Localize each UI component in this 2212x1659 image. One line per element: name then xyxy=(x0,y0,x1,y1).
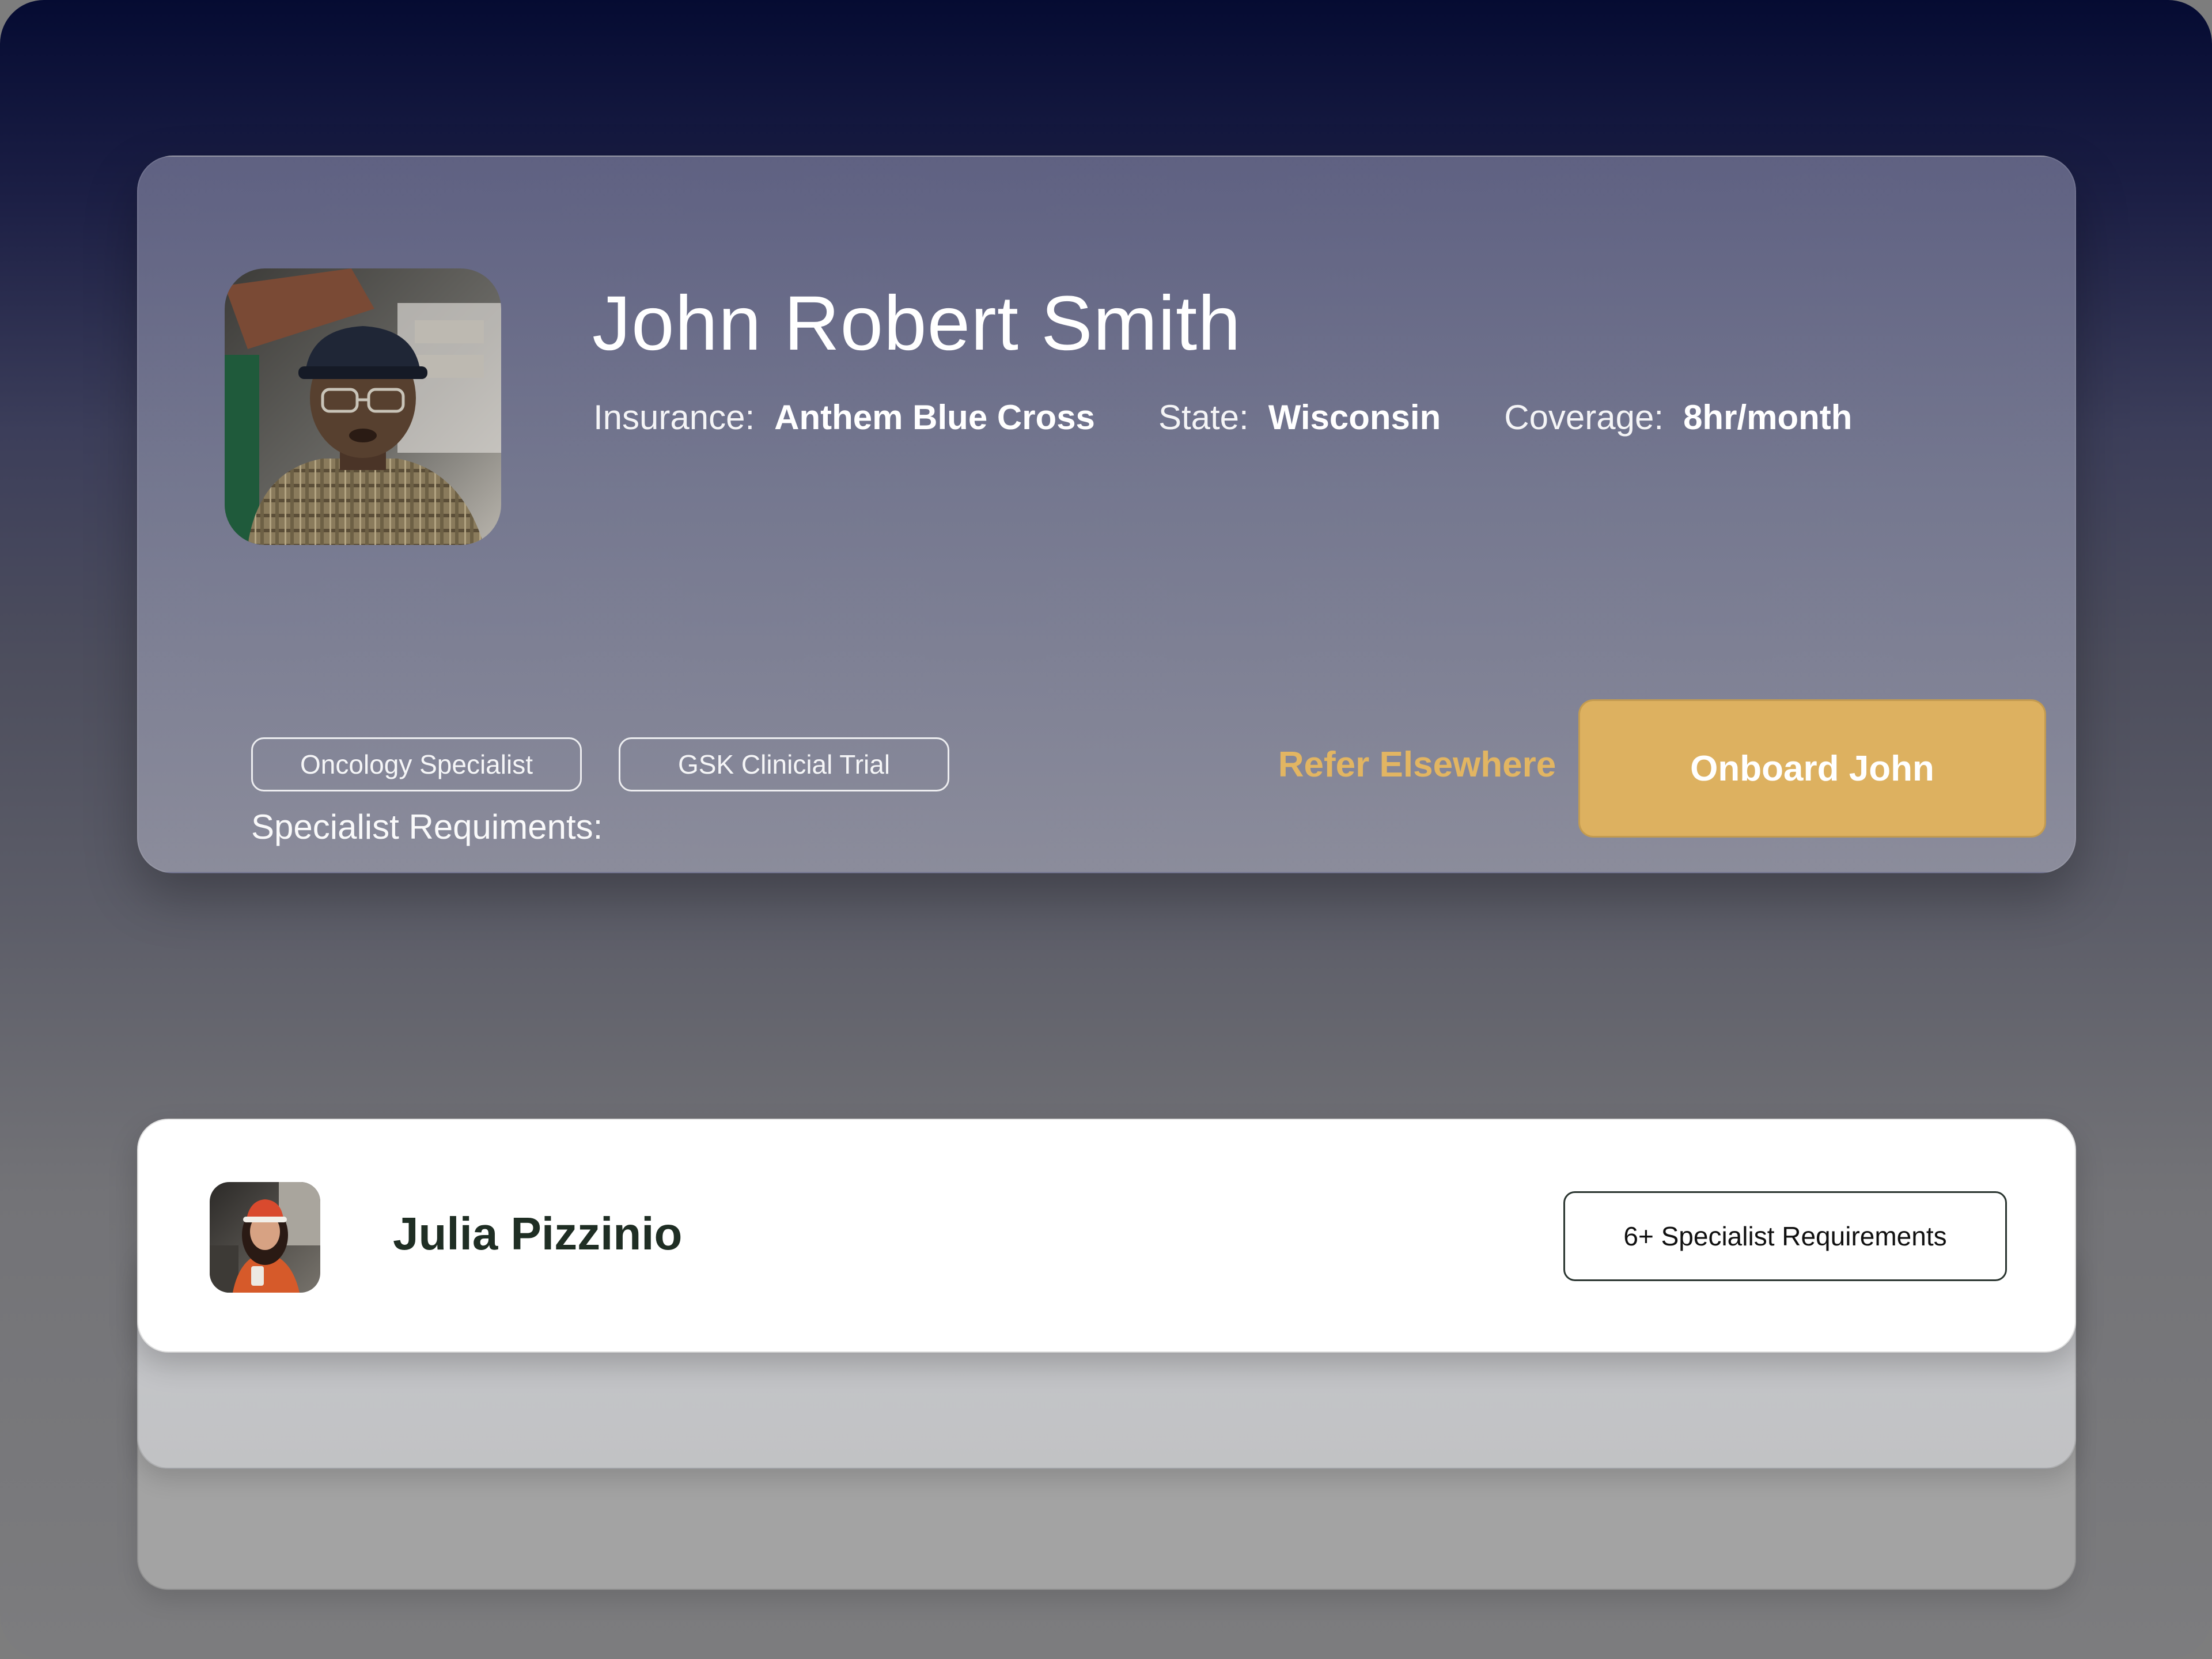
queue-patient-photo xyxy=(210,1182,320,1293)
refer-elsewhere-button[interactable]: Refer Elsewhere xyxy=(1210,727,1624,802)
insurance-label: Insurance: xyxy=(593,398,755,437)
requirement-chip-oncology: Oncology Specialist xyxy=(251,737,582,791)
coverage-label: Coverage: xyxy=(1504,398,1664,437)
featured-patient-card: John Robert Smith Insurance: Anthem Blue… xyxy=(137,156,2076,873)
coverage-value: 8hr/month xyxy=(1683,398,1853,437)
queue-patient-card[interactable]: Julia Pizzinio 6+ Specialist Requirement… xyxy=(137,1119,2076,1353)
specialist-requirements-button[interactable]: 6+ Specialist Requirements xyxy=(1563,1191,2007,1281)
specialist-requirements-label: Specialist Requiments: xyxy=(251,808,603,846)
insurance-value: Anthem Blue Cross xyxy=(774,398,1095,437)
queue-patient-name: Julia Pizzinio xyxy=(393,1208,683,1259)
app-canvas: John Robert Smith Insurance: Anthem Blue… xyxy=(0,0,2212,1659)
state-value: Wisconsin xyxy=(1268,398,1441,437)
onboard-button[interactable]: Onboard John xyxy=(1578,699,2046,838)
requirement-chip-gsk-trial: GSK Clinicial Trial xyxy=(619,737,949,791)
patient-photo xyxy=(225,268,501,545)
patient-meta-row: Insurance: Anthem Blue Cross State: Wisc… xyxy=(593,397,1915,437)
state-label: State: xyxy=(1158,398,1249,437)
patient-name: John Robert Smith xyxy=(592,281,1241,366)
